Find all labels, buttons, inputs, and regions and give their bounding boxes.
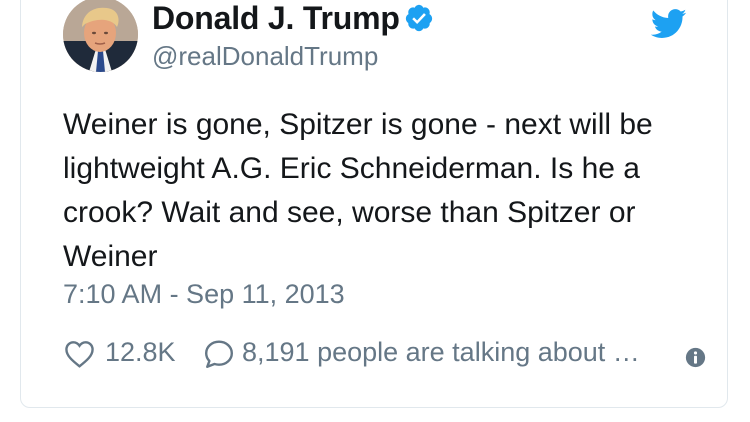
tweet-timestamp[interactable]: 7:10 AM - Sep 11, 2013 <box>63 279 345 310</box>
tweet-card: Donald J. Trump @realDonaldTrump Weiner … <box>20 0 728 408</box>
twitter-bird-icon[interactable] <box>651 9 687 39</box>
speech-bubble-icon[interactable] <box>203 338 235 370</box>
author-handle[interactable]: @realDonaldTrump <box>152 41 378 72</box>
like-count[interactable]: 12.8K <box>105 337 176 368</box>
tweet-actions: 12.8K 8,191 people are talking about … <box>63 335 713 375</box>
author-name[interactable]: Donald J. Trump <box>152 0 400 37</box>
heart-icon[interactable] <box>63 338 96 370</box>
verified-badge-icon <box>405 4 433 32</box>
avatar-photo <box>63 0 138 72</box>
avatar[interactable] <box>63 0 138 72</box>
info-icon[interactable] <box>685 347 706 368</box>
talking-about-link[interactable]: 8,191 people are talking about … <box>242 337 640 368</box>
tweet-text: Weiner is gone, Spitzer is gone - next w… <box>63 108 653 273</box>
